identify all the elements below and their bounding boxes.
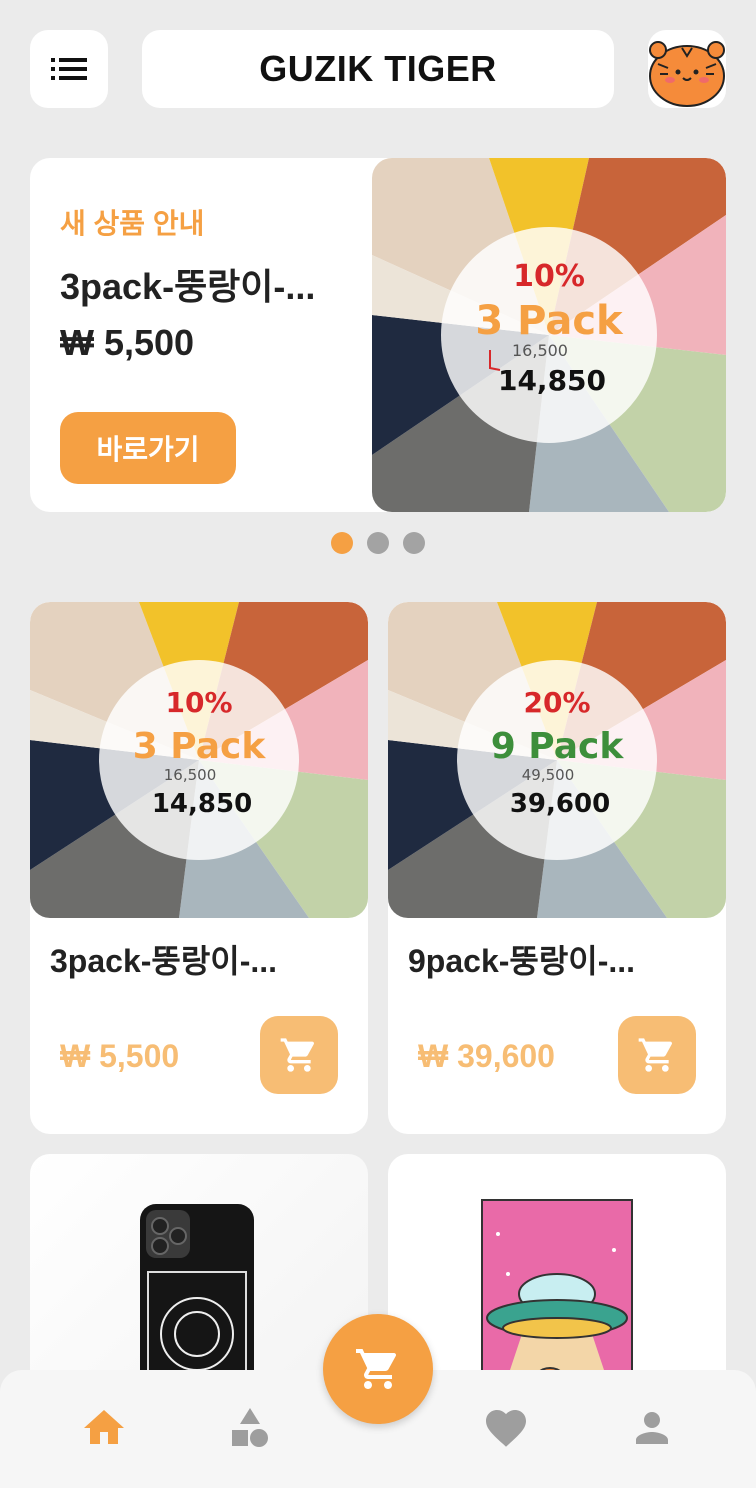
cart-icon — [638, 1038, 673, 1072]
product-name: 9pack-뚱랑이-... — [408, 943, 636, 979]
pack-label: 9 Pack — [491, 726, 625, 767]
go-button[interactable]: 바로가기 — [60, 412, 236, 484]
carousel-dot[interactable] — [367, 532, 389, 554]
discount-label: 10% — [165, 686, 232, 719]
heart-icon — [486, 1410, 526, 1447]
carousel-dot[interactable] — [403, 532, 425, 554]
add-to-cart-button[interactable] — [260, 1016, 338, 1094]
product-price: ₩ 5,500 — [60, 1038, 180, 1074]
app-title: GUZIK TIGER — [142, 30, 614, 108]
cart-icon — [356, 1349, 397, 1389]
avatar[interactable] — [648, 30, 726, 108]
sale-price-label: 14,850 — [152, 789, 252, 819]
nav-favorites[interactable] — [482, 1404, 530, 1452]
banner-product-image: 10% 3 Pack 16,500 14,850 — [372, 158, 726, 512]
nav-profile[interactable] — [628, 1404, 676, 1452]
cart-fab-button[interactable] — [323, 1314, 433, 1424]
carousel-dot[interactable] — [331, 532, 353, 554]
original-price-label: 49,500 — [522, 766, 575, 784]
carousel-indicator — [0, 532, 756, 554]
product-price: ₩ 39,600 — [418, 1038, 555, 1074]
sale-price-label: 14,850 — [498, 364, 606, 397]
discount-label: 20% — [523, 686, 590, 719]
person-icon — [636, 1412, 668, 1444]
product-image: 20% 9 Pack 49,500 39,600 — [388, 602, 726, 918]
pack-label: 3 Pack — [475, 298, 624, 344]
pack-label: 3 Pack — [133, 726, 267, 767]
menu-button[interactable] — [30, 30, 108, 108]
list-icon — [51, 58, 87, 80]
sale-price-label: 39,600 — [510, 789, 610, 819]
product-image: 10% 3 Pack 16,500 14,850 — [30, 602, 368, 918]
nav-home[interactable] — [80, 1404, 128, 1452]
original-price-label: 16,500 — [164, 766, 217, 784]
discount-label: 10% — [513, 259, 585, 294]
add-to-cart-button[interactable] — [618, 1016, 696, 1094]
banner-price: ₩ 5,500 — [60, 322, 195, 363]
nav-categories[interactable] — [226, 1404, 274, 1452]
promo-banner[interactable]: 새 상품 안내 3pack-뚱랑이-... ₩ 5,500 바로가기 10% 3… — [30, 158, 726, 512]
product-card[interactable]: 20% 9 Pack 49,500 39,600 9pack-뚱랑이-... ₩… — [388, 602, 726, 1134]
tiger-face-icon — [649, 41, 725, 107]
original-price-label: 16,500 — [512, 341, 568, 360]
shapes-icon — [232, 1408, 268, 1447]
product-name: 3pack-뚱랑이-... — [50, 943, 278, 979]
product-card[interactable]: 10% 3 Pack 16,500 14,850 3pack-뚱랑이-... ₩… — [30, 602, 368, 1134]
banner-product-name: 3pack-뚱랑이-... — [60, 266, 316, 307]
cart-icon — [280, 1038, 315, 1072]
home-icon — [84, 1410, 124, 1444]
banner-tag: 새 상품 안내 — [60, 208, 205, 239]
